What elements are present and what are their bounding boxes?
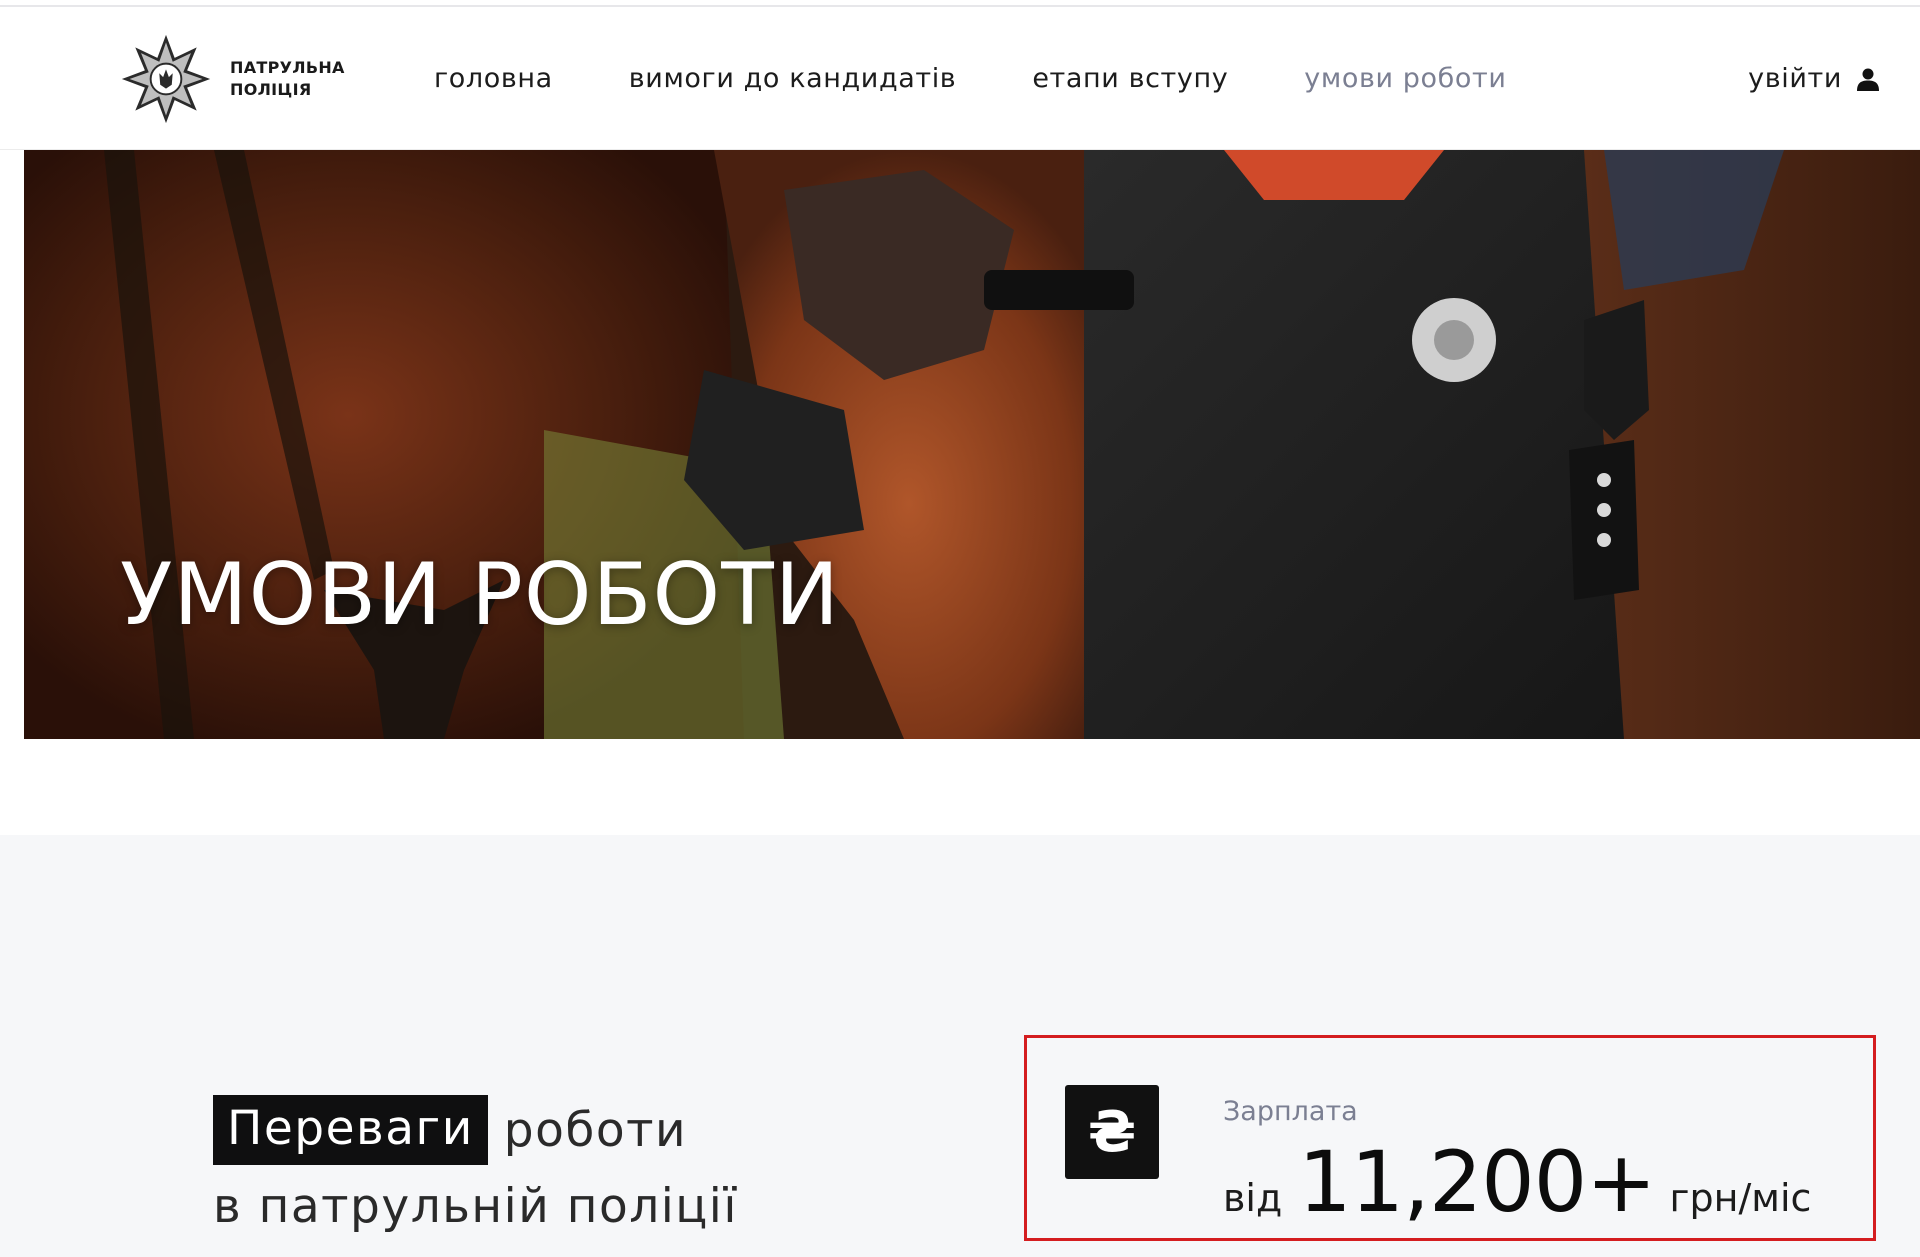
heading-highlight: Переваги: [213, 1095, 488, 1165]
nav-work-conditions[interactable]: умови роботи: [1304, 63, 1506, 94]
user-icon: [1857, 68, 1879, 91]
nav-admission-stages[interactable]: етапи вступу: [1032, 63, 1228, 94]
site-header: ПАТРУЛЬНА ПОЛІЦІЯ головна вимоги до канд…: [0, 7, 1920, 150]
logo-line-1: ПАТРУЛЬНА: [230, 58, 345, 77]
logo-link[interactable]: ПАТРУЛЬНА ПОЛІЦІЯ: [118, 31, 345, 127]
nav-home[interactable]: головна: [434, 63, 553, 94]
heading-line-1: Переваги роботи: [213, 1095, 738, 1165]
salary-value-row: від 11,200+ грн/міс: [1223, 1140, 1811, 1224]
hero-image: [24, 150, 1920, 739]
login-label: увійти: [1748, 63, 1842, 94]
logo-text: ПАТРУЛЬНА ПОЛІЦІЯ: [230, 57, 345, 101]
hryvnia-icon: ₴: [1065, 1085, 1159, 1179]
salary-amount: 11,200+: [1298, 1133, 1656, 1231]
nav-requirements[interactable]: вимоги до кандидатів: [629, 63, 957, 94]
hero-banner: УМОВИ РОБОТИ: [24, 150, 1920, 739]
salary-label: Зарплата: [1223, 1096, 1358, 1127]
salary-unit: грн/міс: [1669, 1176, 1812, 1220]
hero-title: УМОВИ РОБОТИ: [120, 545, 841, 645]
login-button[interactable]: увійти: [1748, 63, 1880, 94]
logo-line-2: ПОЛІЦІЯ: [230, 80, 312, 99]
salary-prefix: від: [1223, 1176, 1283, 1220]
police-badge-icon: [121, 34, 211, 124]
main-nav: головна вимоги до кандидатів етапи вступ…: [434, 63, 1583, 94]
heading-rest: роботи: [503, 1102, 688, 1158]
benefits-section: Переваги роботи в патрульній поліції ₴ З…: [0, 835, 1920, 1257]
heading-line-2: в патрульній поліції: [213, 1179, 738, 1234]
benefits-heading: Переваги роботи в патрульній поліції: [213, 1095, 738, 1234]
salary-card: ₴ Зарплата від 11,200+ грн/міс: [1024, 1035, 1876, 1241]
